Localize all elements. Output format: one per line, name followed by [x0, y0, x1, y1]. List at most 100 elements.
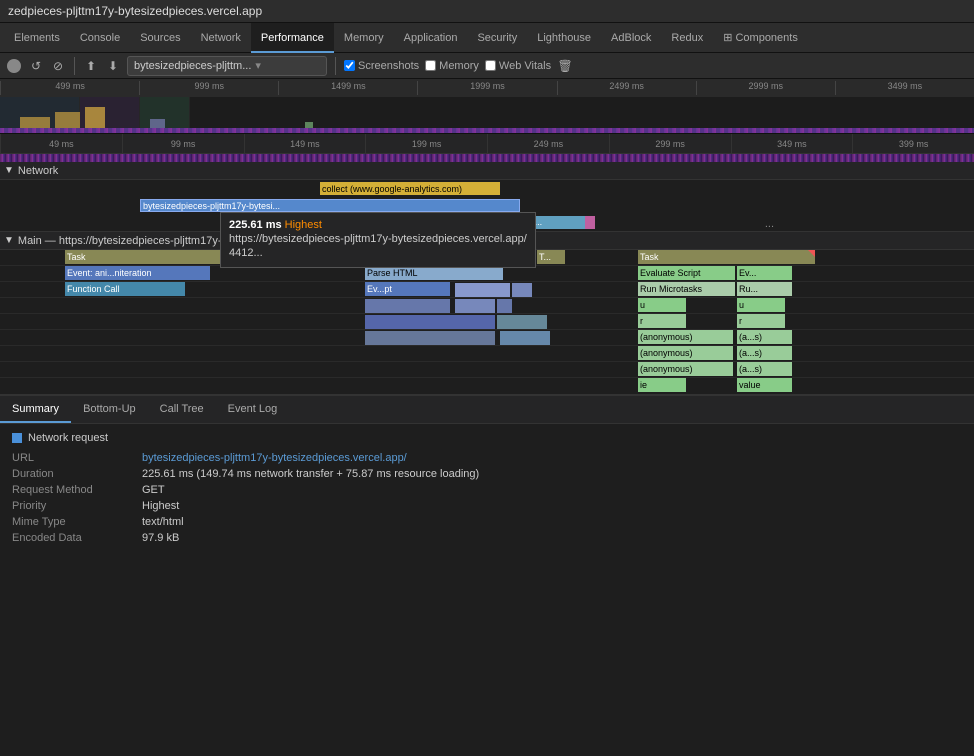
url-display[interactable]: bytesizedpieces-pljttm... ▾ [127, 56, 327, 76]
a-s-bar-2[interactable]: (a...s) [737, 346, 792, 360]
run-microtasks-bar[interactable]: Run Microtasks [638, 282, 735, 296]
tab-call-tree[interactable]: Call Tree [148, 395, 216, 423]
network-row-main: bytesizedpieces-pljttm17y-bytesi... 225.… [0, 197, 974, 214]
anon-bar-1[interactable]: (anonymous) [638, 330, 733, 344]
tab-bottom-up[interactable]: Bottom-Up [71, 395, 148, 423]
ie-bar[interactable]: ie [638, 378, 686, 392]
network-collapse-icon[interactable]: ▼ [4, 165, 14, 176]
web-vitals-checkbox[interactable] [485, 60, 496, 71]
tab-event-log[interactable]: Event Log [216, 395, 290, 423]
a-s-bar-3[interactable]: (a...s) [737, 362, 792, 376]
request-method-label: Request Method [12, 484, 142, 496]
tab-lighthouse[interactable]: Lighthouse [527, 23, 601, 53]
web-vitals-checkbox-label[interactable]: Web Vitals [485, 60, 551, 72]
r-bar-2[interactable]: r [737, 314, 785, 328]
a-s-bar-1[interactable]: (a...s) [737, 330, 792, 344]
flame-row-3: Function Call Ev...pt Run Microtasks Ru.… [0, 282, 974, 298]
tab-console[interactable]: Console [70, 23, 130, 53]
task-bar-3[interactable]: Task [365, 250, 505, 264]
event-bar-1[interactable]: Event: ani...niteration [65, 266, 210, 280]
task-bar-1[interactable]: Task [65, 250, 310, 264]
tab-summary[interactable]: Summary [0, 395, 71, 423]
small-bar-4 [455, 299, 495, 313]
request-method-value: GET [142, 484, 165, 496]
bottom-panel: Summary Bottom-Up Call Tree Event Log Ne… [0, 394, 974, 556]
memory-checkbox-label[interactable]: Memory [425, 60, 479, 72]
flame-row-7: (anonymous) (a...s) [0, 346, 974, 362]
encoded-data-value: 97.9 kB [142, 532, 179, 544]
flame-row-8: (anonymous) (a...s) [0, 362, 974, 378]
encoded-data-label: Encoded Data [12, 532, 142, 544]
ev-short-bar[interactable]: Ev... [737, 266, 792, 280]
separator [74, 57, 75, 75]
memory-checkbox[interactable] [425, 60, 436, 71]
cpu-strip [0, 154, 974, 162]
duration-label: Duration [12, 468, 142, 480]
task-bar-6[interactable]: Task [638, 250, 815, 264]
tab-bar: Elements Console Sources Network Perform… [0, 23, 974, 53]
detail-tick-5: 299 ms [609, 134, 731, 153]
tab-redux[interactable]: Redux [661, 23, 713, 53]
url-dropdown-icon[interactable]: ▾ [255, 59, 261, 72]
ev-pt-bar[interactable]: Ev...pt [365, 282, 450, 296]
url-label: URL [12, 452, 142, 464]
main-network-bar[interactable]: bytesizedpieces-pljttm17y-bytesi... [140, 199, 520, 212]
function-call-bar[interactable]: Function Call [65, 282, 185, 296]
tab-sources[interactable]: Sources [130, 23, 190, 53]
ru-short-bar[interactable]: Ru... [737, 282, 792, 296]
screenshots-checkbox-label[interactable]: Screenshots [344, 60, 419, 72]
ruler-tick-4: 2499 ms [557, 81, 696, 95]
upload-icon[interactable]: ⬆ [83, 58, 99, 74]
more-label: ... [765, 218, 774, 230]
collect-bar[interactable]: collect (www.google-analytics.com) [320, 182, 500, 195]
tab-application[interactable]: Application [394, 23, 468, 53]
tab-performance[interactable]: Performance [251, 23, 334, 53]
main2-bar[interactable]: main-7b9ade9829d... [455, 216, 585, 229]
trash-icon[interactable]: 🗑 [557, 58, 573, 74]
r-bar-1[interactable]: r [638, 314, 686, 328]
task-bar-4[interactable]: T... [505, 250, 535, 264]
tab-adblock[interactable]: AdBlock [601, 23, 661, 53]
task-bar-5[interactable]: T... [537, 250, 565, 264]
mime-type-value: text/html [142, 516, 184, 528]
summary-content: Network request URL bytesizedpieces-pljt… [0, 424, 974, 556]
reload-icon[interactable]: ↺ [28, 58, 44, 74]
network-section: ▼ Network collect (www.google-analytics.… [0, 162, 974, 232]
record-icon[interactable] [6, 58, 22, 74]
timeline-overview[interactable]: 499 ms 999 ms 1499 ms 1999 ms 2499 ms 29… [0, 79, 974, 134]
u-bar-2[interactable]: u [737, 298, 785, 312]
main-collapse-icon[interactable]: ▼ [4, 235, 14, 246]
main-section-header[interactable]: ▼ Main — https://bytesizedpieces-pljttm1… [0, 232, 974, 250]
network-section-header[interactable]: ▼ Network [0, 162, 974, 180]
clear-icon[interactable]: ⊘ [50, 58, 66, 74]
overview-ruler: 499 ms 999 ms 1499 ms 1999 ms 2499 ms 29… [0, 79, 974, 97]
parse-bar[interactable]: Parse HTML [365, 266, 503, 280]
summary-method-row: Request Method GET [12, 484, 962, 496]
detail-tick-6: 349 ms [731, 134, 853, 153]
bottom-tabs: Summary Bottom-Up Call Tree Event Log [0, 396, 974, 424]
tab-network[interactable]: Network [191, 23, 251, 53]
evaluate-script-bar[interactable]: Evaluate Script [638, 266, 735, 280]
duration-value: 225.61 ms (149.74 ms network transfer + … [142, 468, 479, 480]
flame-row-9: ie value [0, 378, 974, 394]
ruler-tick-0: 499 ms [0, 81, 139, 95]
ruler-tick-1: 999 ms [139, 81, 278, 95]
download-icon[interactable]: ⬇ [105, 58, 121, 74]
tab-elements[interactable]: Elements [4, 23, 70, 53]
flame-area: 49 ms 99 ms 149 ms 199 ms 249 ms 299 ms … [0, 134, 974, 394]
u-bar-1[interactable]: u [638, 298, 686, 312]
anon-bar-2[interactable]: (anonymous) [638, 346, 733, 360]
tab-security[interactable]: Security [467, 23, 527, 53]
small-bar-6 [365, 315, 495, 329]
tab-components[interactable]: ⊞ Components [713, 23, 808, 53]
anon-bar-3[interactable]: (anonymous) [638, 362, 733, 376]
screenshots-checkbox[interactable] [344, 60, 355, 71]
summary-header-label: Network request [28, 432, 108, 444]
value-bar[interactable]: value [737, 378, 792, 392]
task-bar-2[interactable]: Task [310, 250, 365, 264]
url-link[interactable]: bytesizedpieces-pljttm17y-bytesizedpiece… [142, 452, 407, 464]
memory-label: Memory [439, 60, 479, 72]
tab-memory[interactable]: Memory [334, 23, 394, 53]
summary-priority-row: Priority Highest [12, 500, 962, 512]
toolbar: ↺ ⊘ ⬆ ⬇ bytesizedpieces-pljttm... ▾ Scre… [0, 53, 974, 79]
